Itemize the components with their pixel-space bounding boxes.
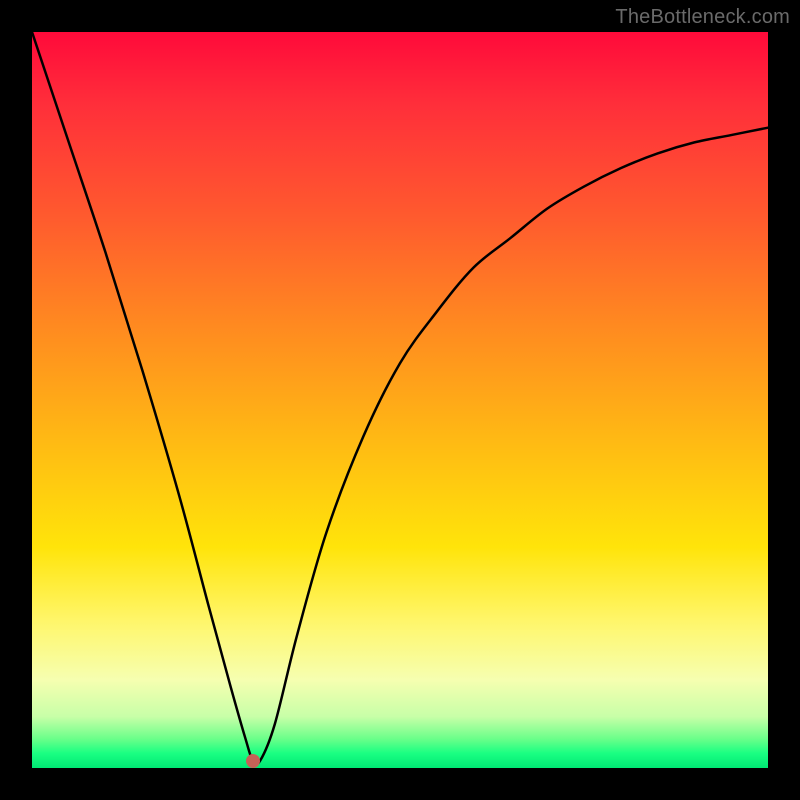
minimum-marker xyxy=(246,754,260,768)
chart-frame: TheBottleneck.com xyxy=(0,0,800,800)
attribution-label: TheBottleneck.com xyxy=(615,6,790,29)
plot-area xyxy=(32,32,768,768)
curve-path xyxy=(32,32,768,764)
bottleneck-curve xyxy=(32,32,768,768)
